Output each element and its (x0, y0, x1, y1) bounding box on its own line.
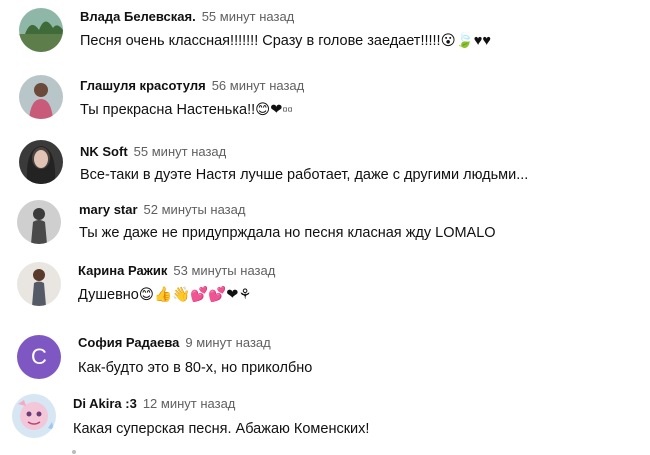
user-photo-icon (17, 200, 61, 244)
comment-time[interactable]: 55 минут назад (134, 144, 227, 159)
comment-author[interactable]: mary star (79, 202, 138, 217)
comment-author[interactable]: Глашуля красотуля (80, 78, 206, 93)
comment-item: Глашуля красотуля 56 минут назад Ты прекр… (0, 66, 650, 126)
comment-time[interactable]: 56 минут назад (212, 78, 305, 93)
comment-time[interactable]: 12 минут назад (143, 396, 236, 411)
user-photo-icon (19, 75, 63, 119)
comment-text: Как-будто это в 80-х, но приколбно (78, 360, 313, 376)
comment-time[interactable]: 55 минут назад (202, 9, 295, 24)
comment-author[interactable]: Влада Белевская. (80, 9, 196, 24)
comment-item: С София Радаева 9 минут назад Как-будто э… (0, 326, 650, 386)
comment-item: Карина Ражик 53 минуты назад Душевно😊👍👋💕💕… (0, 256, 650, 316)
comment-item: NK Soft 55 минут назад Все-таки в дуэте Н… (0, 132, 650, 192)
avatar[interactable] (19, 140, 63, 184)
avatar[interactable]: С (17, 335, 61, 379)
user-photo-icon (12, 394, 56, 438)
comment-time[interactable]: 53 минуты назад (173, 263, 275, 278)
comment-text: Душевно😊👍👋💕💕❤⚘ (78, 287, 252, 303)
comment-item: Di Akira :3 12 минут назад Какая суперска… (0, 388, 650, 448)
comment-item: mary star 52 минуты назад Ты же даже не п… (0, 195, 650, 255)
user-photo-icon (19, 8, 63, 52)
comment-text: Все-таки в дуэте Настя лучше работает, д… (80, 167, 529, 183)
comment-text: Ты прекрасна Настенька!!😊❤▫▫ (80, 102, 293, 118)
comment-time[interactable]: 52 минуты назад (144, 202, 246, 217)
comment-time[interactable]: 9 минут назад (185, 335, 270, 350)
next-comment-avatar-edge (72, 450, 76, 454)
comment-text: Ты же даже не придупрждала но песня клас… (79, 225, 496, 241)
avatar[interactable] (19, 75, 63, 119)
comment-author[interactable]: NK Soft (80, 144, 128, 159)
comment-item: Влада Белевская. 55 минут назад Песня оче… (0, 0, 650, 60)
avatar[interactable] (17, 200, 61, 244)
avatar[interactable] (19, 8, 63, 52)
avatar[interactable] (17, 262, 61, 306)
comment-author[interactable]: Карина Ражик (78, 263, 167, 278)
user-photo-icon (17, 262, 61, 306)
comment-author[interactable]: София Радаева (78, 335, 179, 350)
avatar[interactable] (12, 394, 56, 438)
comment-text: Какая суперская песня. Абажаю Коменских! (73, 421, 370, 437)
comment-text: Песня очень классная!!!!!!! Сразу в голо… (80, 33, 491, 49)
user-photo-icon (19, 140, 63, 184)
comment-author[interactable]: Di Akira :3 (73, 396, 137, 411)
avatar-letter: С (31, 344, 47, 369)
